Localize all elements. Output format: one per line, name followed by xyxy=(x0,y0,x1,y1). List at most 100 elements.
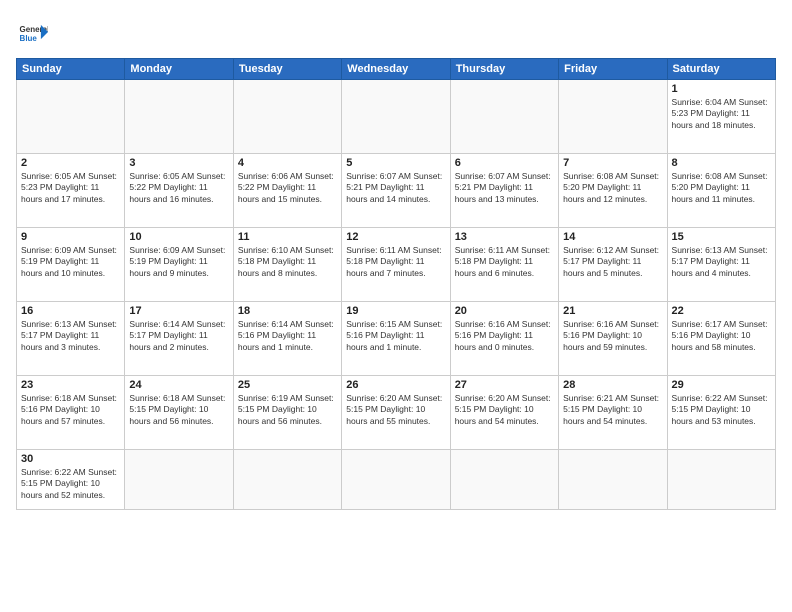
calendar-cell: 4 Sunrise: 6:06 AM Sunset: 5:22 PM Daylig… xyxy=(233,154,341,228)
day-number: 29 xyxy=(672,379,771,391)
day-info: Sunrise: 6:16 AM Sunset: 5:16 PM Dayligh… xyxy=(563,319,662,353)
calendar-week-5: 23Sunrise: 6:18 AM Sunset: 5:16 PM Dayli… xyxy=(17,376,776,450)
calendar-cell: 15 Sunrise: 6:13 AM Sunset: 5:17 PM Dayli… xyxy=(667,228,775,302)
calendar-cell: 8Sunrise: 6:08 AM Sunset: 5:20 PM Daylig… xyxy=(667,154,775,228)
day-number: 14 xyxy=(563,231,662,243)
calendar-cell: 22Sunrise: 6:17 AM Sunset: 5:16 PM Dayli… xyxy=(667,302,775,376)
day-info: Sunrise: 6:13 AM Sunset: 5:17 PM Dayligh… xyxy=(672,245,771,279)
day-number: 11 xyxy=(238,231,337,243)
calendar-cell: 16 Sunrise: 6:13 AM Sunset: 5:17 PM Dayli… xyxy=(17,302,125,376)
day-info: Sunrise: 6:11 AM Sunset: 5:18 PM Dayligh… xyxy=(455,245,554,279)
day-number: 20 xyxy=(455,305,554,317)
day-number: 1 xyxy=(672,83,771,95)
weekday-header-wednesday: Wednesday xyxy=(342,59,450,80)
day-number: 3 xyxy=(129,157,228,169)
day-number: 6 xyxy=(455,157,554,169)
calendar-cell xyxy=(17,80,125,154)
weekday-header-thursday: Thursday xyxy=(450,59,558,80)
calendar-cell xyxy=(450,450,558,510)
day-info: Sunrise: 6:08 AM Sunset: 5:20 PM Dayligh… xyxy=(563,171,662,205)
day-info: Sunrise: 6:05 AM Sunset: 5:23 PM Dayligh… xyxy=(21,171,120,205)
day-info: Sunrise: 6:07 AM Sunset: 5:21 PM Dayligh… xyxy=(455,171,554,205)
calendar-cell xyxy=(667,450,775,510)
calendar-cell xyxy=(450,80,558,154)
weekday-header-tuesday: Tuesday xyxy=(233,59,341,80)
calendar-cell: 7 Sunrise: 6:08 AM Sunset: 5:20 PM Daylig… xyxy=(559,154,667,228)
weekday-header-sunday: Sunday xyxy=(17,59,125,80)
day-number: 13 xyxy=(455,231,554,243)
day-info: Sunrise: 6:11 AM Sunset: 5:18 PM Dayligh… xyxy=(346,245,445,279)
weekday-header-monday: Monday xyxy=(125,59,233,80)
day-info: Sunrise: 6:17 AM Sunset: 5:16 PM Dayligh… xyxy=(672,319,771,353)
day-number: 17 xyxy=(129,305,228,317)
calendar-cell: 23Sunrise: 6:18 AM Sunset: 5:16 PM Dayli… xyxy=(17,376,125,450)
day-info: Sunrise: 6:13 AM Sunset: 5:17 PM Dayligh… xyxy=(21,319,120,353)
day-number: 10 xyxy=(129,231,228,243)
calendar-cell: 10 Sunrise: 6:09 AM Sunset: 5:19 PM Dayli… xyxy=(125,228,233,302)
day-info: Sunrise: 6:07 AM Sunset: 5:21 PM Dayligh… xyxy=(346,171,445,205)
calendar-cell xyxy=(342,80,450,154)
day-info: Sunrise: 6:04 AM Sunset: 5:23 PM Dayligh… xyxy=(672,97,771,131)
calendar-cell: 11Sunrise: 6:10 AM Sunset: 5:18 PM Dayli… xyxy=(233,228,341,302)
day-number: 8 xyxy=(672,157,771,169)
calendar-cell: 29 Sunrise: 6:22 AM Sunset: 5:15 PM Dayli… xyxy=(667,376,775,450)
day-info: Sunrise: 6:16 AM Sunset: 5:16 PM Dayligh… xyxy=(455,319,554,353)
day-number: 19 xyxy=(346,305,445,317)
calendar-week-6: 30 Sunrise: 6:22 AM Sunset: 5:15 PM Dayli… xyxy=(17,450,776,510)
day-info: Sunrise: 6:21 AM Sunset: 5:15 PM Dayligh… xyxy=(563,393,662,427)
calendar-cell: 18Sunrise: 6:14 AM Sunset: 5:16 PM Dayli… xyxy=(233,302,341,376)
day-info: Sunrise: 6:15 AM Sunset: 5:16 PM Dayligh… xyxy=(346,319,445,353)
calendar-cell: 24 Sunrise: 6:18 AM Sunset: 5:15 PM Dayli… xyxy=(125,376,233,450)
calendar-cell: 28Sunrise: 6:21 AM Sunset: 5:15 PM Dayli… xyxy=(559,376,667,450)
day-number: 25 xyxy=(238,379,337,391)
day-number: 27 xyxy=(455,379,554,391)
calendar-week-2: 2Sunrise: 6:05 AM Sunset: 5:23 PM Daylig… xyxy=(17,154,776,228)
day-number: 5 xyxy=(346,157,445,169)
page: General Blue SundayMondayTuesdayWednesda… xyxy=(0,0,792,612)
logo: General Blue xyxy=(16,16,52,48)
day-info: Sunrise: 6:14 AM Sunset: 5:17 PM Dayligh… xyxy=(129,319,228,353)
weekday-header-saturday: Saturday xyxy=(667,59,775,80)
calendar-cell xyxy=(342,450,450,510)
day-info: Sunrise: 6:05 AM Sunset: 5:22 PM Dayligh… xyxy=(129,171,228,205)
calendar-cell: 27 Sunrise: 6:20 AM Sunset: 5:15 PM Dayli… xyxy=(450,376,558,450)
svg-text:Blue: Blue xyxy=(20,34,38,43)
calendar-cell xyxy=(125,80,233,154)
day-number: 30 xyxy=(21,453,120,465)
calendar-week-4: 16 Sunrise: 6:13 AM Sunset: 5:17 PM Dayli… xyxy=(17,302,776,376)
calendar-cell: 21 Sunrise: 6:16 AM Sunset: 5:16 PM Dayli… xyxy=(559,302,667,376)
calendar-cell xyxy=(125,450,233,510)
day-number: 16 xyxy=(21,305,120,317)
day-number: 21 xyxy=(563,305,662,317)
calendar-week-3: 9Sunrise: 6:09 AM Sunset: 5:19 PM Daylig… xyxy=(17,228,776,302)
day-info: Sunrise: 6:09 AM Sunset: 5:19 PM Dayligh… xyxy=(129,245,228,279)
day-info: Sunrise: 6:12 AM Sunset: 5:17 PM Dayligh… xyxy=(563,245,662,279)
day-info: Sunrise: 6:18 AM Sunset: 5:16 PM Dayligh… xyxy=(21,393,120,427)
logo-icon: General Blue xyxy=(16,16,48,48)
day-number: 26 xyxy=(346,379,445,391)
day-number: 24 xyxy=(129,379,228,391)
calendar-cell xyxy=(233,80,341,154)
day-number: 15 xyxy=(672,231,771,243)
calendar-cell xyxy=(559,80,667,154)
day-info: Sunrise: 6:18 AM Sunset: 5:15 PM Dayligh… xyxy=(129,393,228,427)
day-number: 18 xyxy=(238,305,337,317)
calendar-cell: 13 Sunrise: 6:11 AM Sunset: 5:18 PM Dayli… xyxy=(450,228,558,302)
weekday-header-row: SundayMondayTuesdayWednesdayThursdayFrid… xyxy=(17,59,776,80)
calendar-cell: 14 Sunrise: 6:12 AM Sunset: 5:17 PM Dayli… xyxy=(559,228,667,302)
calendar-cell: 1 Sunrise: 6:04 AM Sunset: 5:23 PM Daylig… xyxy=(667,80,775,154)
calendar-cell: 3 Sunrise: 6:05 AM Sunset: 5:22 PM Daylig… xyxy=(125,154,233,228)
day-number: 7 xyxy=(563,157,662,169)
calendar-cell: 6 Sunrise: 6:07 AM Sunset: 5:21 PM Daylig… xyxy=(450,154,558,228)
calendar-cell xyxy=(559,450,667,510)
calendar-week-1: 1 Sunrise: 6:04 AM Sunset: 5:23 PM Daylig… xyxy=(17,80,776,154)
calendar-cell: 12Sunrise: 6:11 AM Sunset: 5:18 PM Dayli… xyxy=(342,228,450,302)
calendar-cell: 26Sunrise: 6:20 AM Sunset: 5:15 PM Dayli… xyxy=(342,376,450,450)
day-info: Sunrise: 6:22 AM Sunset: 5:15 PM Dayligh… xyxy=(21,467,120,501)
day-info: Sunrise: 6:22 AM Sunset: 5:15 PM Dayligh… xyxy=(672,393,771,427)
header: General Blue xyxy=(16,16,776,48)
day-info: Sunrise: 6:20 AM Sunset: 5:15 PM Dayligh… xyxy=(455,393,554,427)
day-number: 4 xyxy=(238,157,337,169)
calendar-cell: 9Sunrise: 6:09 AM Sunset: 5:19 PM Daylig… xyxy=(17,228,125,302)
day-info: Sunrise: 6:06 AM Sunset: 5:22 PM Dayligh… xyxy=(238,171,337,205)
